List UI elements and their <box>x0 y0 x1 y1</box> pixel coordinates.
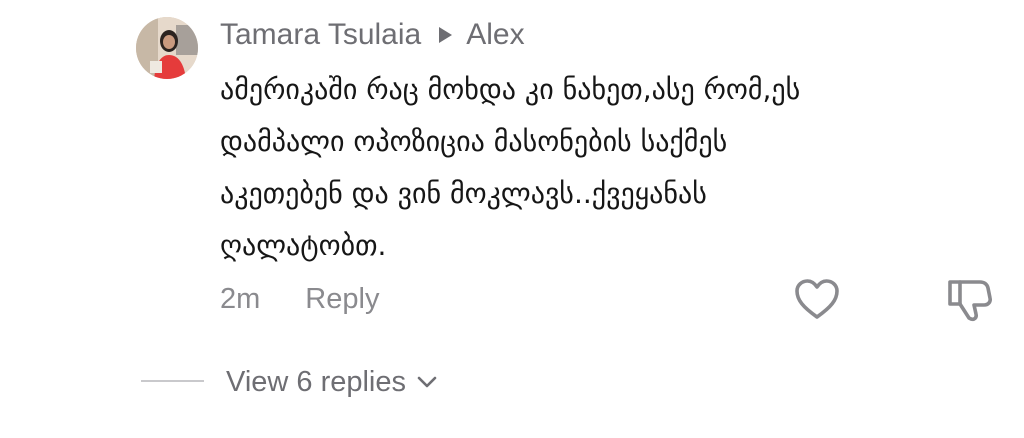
comment-timestamp: 2m <box>220 282 261 315</box>
dislike-button[interactable] <box>944 274 994 324</box>
reply-button[interactable]: Reply <box>305 283 379 316</box>
chevron-down-icon <box>417 376 437 388</box>
author-name[interactable]: Tamara Tsulaia <box>220 18 421 52</box>
view-replies-button[interactable]: View 6 replies <box>226 362 438 402</box>
comment-meta: 2m Reply <box>220 278 379 320</box>
thumbs-down-icon <box>948 280 992 322</box>
avatar[interactable] <box>136 17 198 79</box>
avatar-image <box>136 17 198 79</box>
reply-arrow-icon <box>439 27 453 43</box>
comment-line: ამერიკაში რაც მოხდა კი ნახეთ,ასე რომ,ეს <box>220 73 801 106</box>
comment-line: აკეთებენ და ვინ მოკლავს..ქვეყანას <box>220 177 707 210</box>
view-replies-label: View 6 replies <box>226 365 407 398</box>
comment-line: ღალატობთ. <box>220 229 387 262</box>
comment-body: ამერიკაში რაც მოხდა კი ნახეთ,ასე რომ,ეს … <box>220 64 980 272</box>
comment-header: Tamara Tsulaia Alex <box>220 14 525 56</box>
replies-divider <box>141 380 204 382</box>
like-button[interactable] <box>793 277 841 321</box>
reply-to-name[interactable]: Alex <box>466 18 524 52</box>
comment-line: დამპალი ოპოზიცია მასონების საქმეს <box>220 125 728 158</box>
heart-icon <box>795 279 839 319</box>
